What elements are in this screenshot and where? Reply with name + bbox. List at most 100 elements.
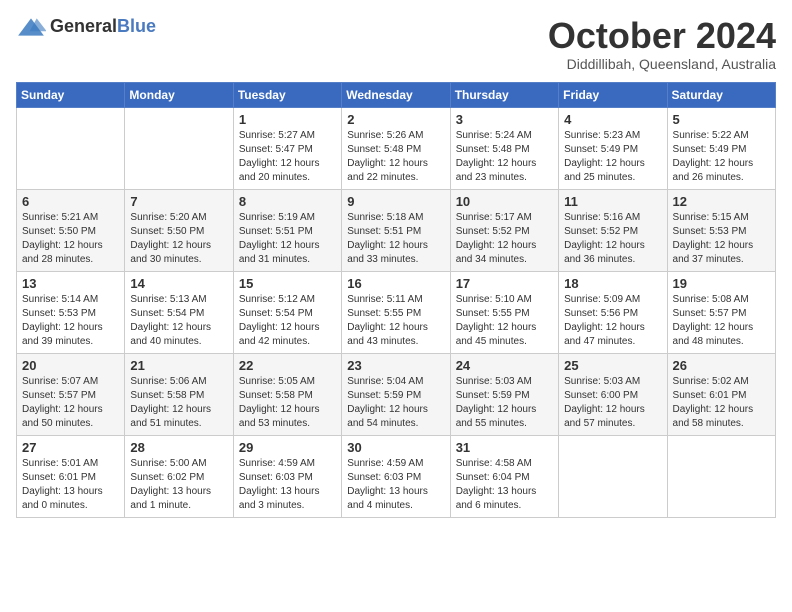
day-info: Sunrise: 5:04 AM Sunset: 5:59 PM Dayligh… <box>347 375 444 431</box>
calendar-cell: 26Sunrise: 5:02 AM Sunset: 6:01 PM Dayli… <box>667 353 775 435</box>
calendar-week-4: 20 Sunrise: 5:07 AM Sunset: 5:57 PM Dayli… <box>17 353 776 435</box>
col-header-friday: Friday <box>559 82 667 107</box>
day-info: Sunrise: 5:15 AM Sunset: 5:53 PM Dayligh… <box>673 211 770 267</box>
day-number: 4 <box>564 112 661 127</box>
calendar-cell: 5Sunrise: 5:22 AM Sunset: 5:49 PM Daylig… <box>667 107 775 189</box>
day-number: 27 <box>22 440 119 455</box>
calendar-cell: 29Sunrise: 4:59 AM Sunset: 6:03 PM Dayli… <box>233 435 341 517</box>
day-info: Sunrise: 5:18 AM Sunset: 5:51 PM Dayligh… <box>347 211 444 267</box>
calendar-cell: 9 Sunrise: 5:18 AM Sunset: 5:51 PM Daylig… <box>342 189 450 271</box>
month-title: October 2024 <box>548 16 776 56</box>
day-number: 22 <box>239 358 336 373</box>
day-info: Sunrise: 5:00 AM Sunset: 6:02 PM Dayligh… <box>130 457 227 513</box>
calendar-week-1: 1 Sunrise: 5:27 AM Sunset: 5:47 PM Daylig… <box>17 107 776 189</box>
day-info: Sunrise: 5:24 AM Sunset: 5:48 PM Dayligh… <box>456 129 553 185</box>
day-number: 25 <box>564 358 661 373</box>
day-info: Sunrise: 5:08 AM Sunset: 5:57 PM Dayligh… <box>673 293 770 349</box>
calendar-week-2: 6Sunrise: 5:21 AM Sunset: 5:50 PM Daylig… <box>17 189 776 271</box>
day-info: Sunrise: 5:10 AM Sunset: 5:55 PM Dayligh… <box>456 293 553 349</box>
calendar-week-5: 27Sunrise: 5:01 AM Sunset: 6:01 PM Dayli… <box>17 435 776 517</box>
title-block: October 2024 Diddillibah, Queensland, Au… <box>548 16 776 72</box>
day-info: Sunrise: 5:19 AM Sunset: 5:51 PM Dayligh… <box>239 211 336 267</box>
day-info: Sunrise: 5:12 AM Sunset: 5:54 PM Dayligh… <box>239 293 336 349</box>
calendar-cell <box>667 435 775 517</box>
calendar-cell: 27Sunrise: 5:01 AM Sunset: 6:01 PM Dayli… <box>17 435 125 517</box>
calendar-cell: 24Sunrise: 5:03 AM Sunset: 5:59 PM Dayli… <box>450 353 558 435</box>
day-number: 15 <box>239 276 336 291</box>
day-number: 20 <box>22 358 119 373</box>
col-header-tuesday: Tuesday <box>233 82 341 107</box>
logo-blue: Blue <box>117 16 156 36</box>
calendar-cell: 15 Sunrise: 5:12 AM Sunset: 5:54 PM Dayli… <box>233 271 341 353</box>
day-number: 28 <box>130 440 227 455</box>
logo-icon <box>16 17 46 37</box>
day-number: 8 <box>239 194 336 209</box>
day-number: 10 <box>456 194 553 209</box>
calendar-cell: 10 Sunrise: 5:17 AM Sunset: 5:52 PM Dayli… <box>450 189 558 271</box>
day-number: 3 <box>456 112 553 127</box>
calendar-cell: 6Sunrise: 5:21 AM Sunset: 5:50 PM Daylig… <box>17 189 125 271</box>
day-info: Sunrise: 5:22 AM Sunset: 5:49 PM Dayligh… <box>673 129 770 185</box>
calendar-cell: 23Sunrise: 5:04 AM Sunset: 5:59 PM Dayli… <box>342 353 450 435</box>
calendar-header-row: SundayMondayTuesdayWednesdayThursdayFrid… <box>17 82 776 107</box>
day-number: 21 <box>130 358 227 373</box>
calendar-cell: 16 Sunrise: 5:11 AM Sunset: 5:55 PM Dayli… <box>342 271 450 353</box>
calendar-cell: 14Sunrise: 5:13 AM Sunset: 5:54 PM Dayli… <box>125 271 233 353</box>
calendar-cell: 30 Sunrise: 4:59 AM Sunset: 6:03 PM Dayli… <box>342 435 450 517</box>
day-info: Sunrise: 5:14 AM Sunset: 5:53 PM Dayligh… <box>22 293 119 349</box>
col-header-monday: Monday <box>125 82 233 107</box>
day-info: Sunrise: 5:05 AM Sunset: 5:58 PM Dayligh… <box>239 375 336 431</box>
calendar-cell: 7 Sunrise: 5:20 AM Sunset: 5:50 PM Daylig… <box>125 189 233 271</box>
calendar-table: SundayMondayTuesdayWednesdayThursdayFrid… <box>16 82 776 518</box>
col-header-thursday: Thursday <box>450 82 558 107</box>
day-number: 13 <box>22 276 119 291</box>
day-info: Sunrise: 5:17 AM Sunset: 5:52 PM Dayligh… <box>456 211 553 267</box>
day-number: 16 <box>347 276 444 291</box>
day-number: 2 <box>347 112 444 127</box>
day-info: Sunrise: 5:09 AM Sunset: 5:56 PM Dayligh… <box>564 293 661 349</box>
day-info: Sunrise: 5:07 AM Sunset: 5:57 PM Dayligh… <box>22 375 119 431</box>
calendar-cell <box>125 107 233 189</box>
calendar-cell: 1 Sunrise: 5:27 AM Sunset: 5:47 PM Daylig… <box>233 107 341 189</box>
day-number: 9 <box>347 194 444 209</box>
calendar-cell: 21 Sunrise: 5:06 AM Sunset: 5:58 PM Dayli… <box>125 353 233 435</box>
calendar-cell: 19 Sunrise: 5:08 AM Sunset: 5:57 PM Dayli… <box>667 271 775 353</box>
day-info: Sunrise: 4:59 AM Sunset: 6:03 PM Dayligh… <box>347 457 444 513</box>
day-info: Sunrise: 4:58 AM Sunset: 6:04 PM Dayligh… <box>456 457 553 513</box>
day-number: 31 <box>456 440 553 455</box>
calendar-cell: 11Sunrise: 5:16 AM Sunset: 5:52 PM Dayli… <box>559 189 667 271</box>
col-header-sunday: Sunday <box>17 82 125 107</box>
calendar-cell: 17Sunrise: 5:10 AM Sunset: 5:55 PM Dayli… <box>450 271 558 353</box>
day-info: Sunrise: 5:23 AM Sunset: 5:49 PM Dayligh… <box>564 129 661 185</box>
calendar-cell: 22 Sunrise: 5:05 AM Sunset: 5:58 PM Dayli… <box>233 353 341 435</box>
calendar-cell <box>17 107 125 189</box>
day-info: Sunrise: 5:20 AM Sunset: 5:50 PM Dayligh… <box>130 211 227 267</box>
location: Diddillibah, Queensland, Australia <box>548 56 776 72</box>
day-number: 12 <box>673 194 770 209</box>
day-info: Sunrise: 5:26 AM Sunset: 5:48 PM Dayligh… <box>347 129 444 185</box>
day-number: 30 <box>347 440 444 455</box>
day-info: Sunrise: 5:03 AM Sunset: 5:59 PM Dayligh… <box>456 375 553 431</box>
day-info: Sunrise: 5:06 AM Sunset: 5:58 PM Dayligh… <box>130 375 227 431</box>
calendar-cell: 3 Sunrise: 5:24 AM Sunset: 5:48 PM Daylig… <box>450 107 558 189</box>
day-number: 18 <box>564 276 661 291</box>
calendar-cell: 12 Sunrise: 5:15 AM Sunset: 5:53 PM Dayli… <box>667 189 775 271</box>
day-info: Sunrise: 5:27 AM Sunset: 5:47 PM Dayligh… <box>239 129 336 185</box>
calendar-cell: 2 Sunrise: 5:26 AM Sunset: 5:48 PM Daylig… <box>342 107 450 189</box>
day-number: 19 <box>673 276 770 291</box>
calendar-cell: 4 Sunrise: 5:23 AM Sunset: 5:49 PM Daylig… <box>559 107 667 189</box>
calendar-cell <box>559 435 667 517</box>
day-number: 11 <box>564 194 661 209</box>
day-number: 7 <box>130 194 227 209</box>
day-number: 26 <box>673 358 770 373</box>
calendar-cell: 13 Sunrise: 5:14 AM Sunset: 5:53 PM Dayli… <box>17 271 125 353</box>
day-info: Sunrise: 5:11 AM Sunset: 5:55 PM Dayligh… <box>347 293 444 349</box>
col-header-saturday: Saturday <box>667 82 775 107</box>
col-header-wednesday: Wednesday <box>342 82 450 107</box>
calendar-week-3: 13 Sunrise: 5:14 AM Sunset: 5:53 PM Dayli… <box>17 271 776 353</box>
calendar-cell: 28 Sunrise: 5:00 AM Sunset: 6:02 PM Dayli… <box>125 435 233 517</box>
day-number: 1 <box>239 112 336 127</box>
day-number: 6 <box>22 194 119 209</box>
page-header: GeneralBlue October 2024 Diddillibah, Qu… <box>16 16 776 72</box>
logo: GeneralBlue <box>16 16 156 37</box>
